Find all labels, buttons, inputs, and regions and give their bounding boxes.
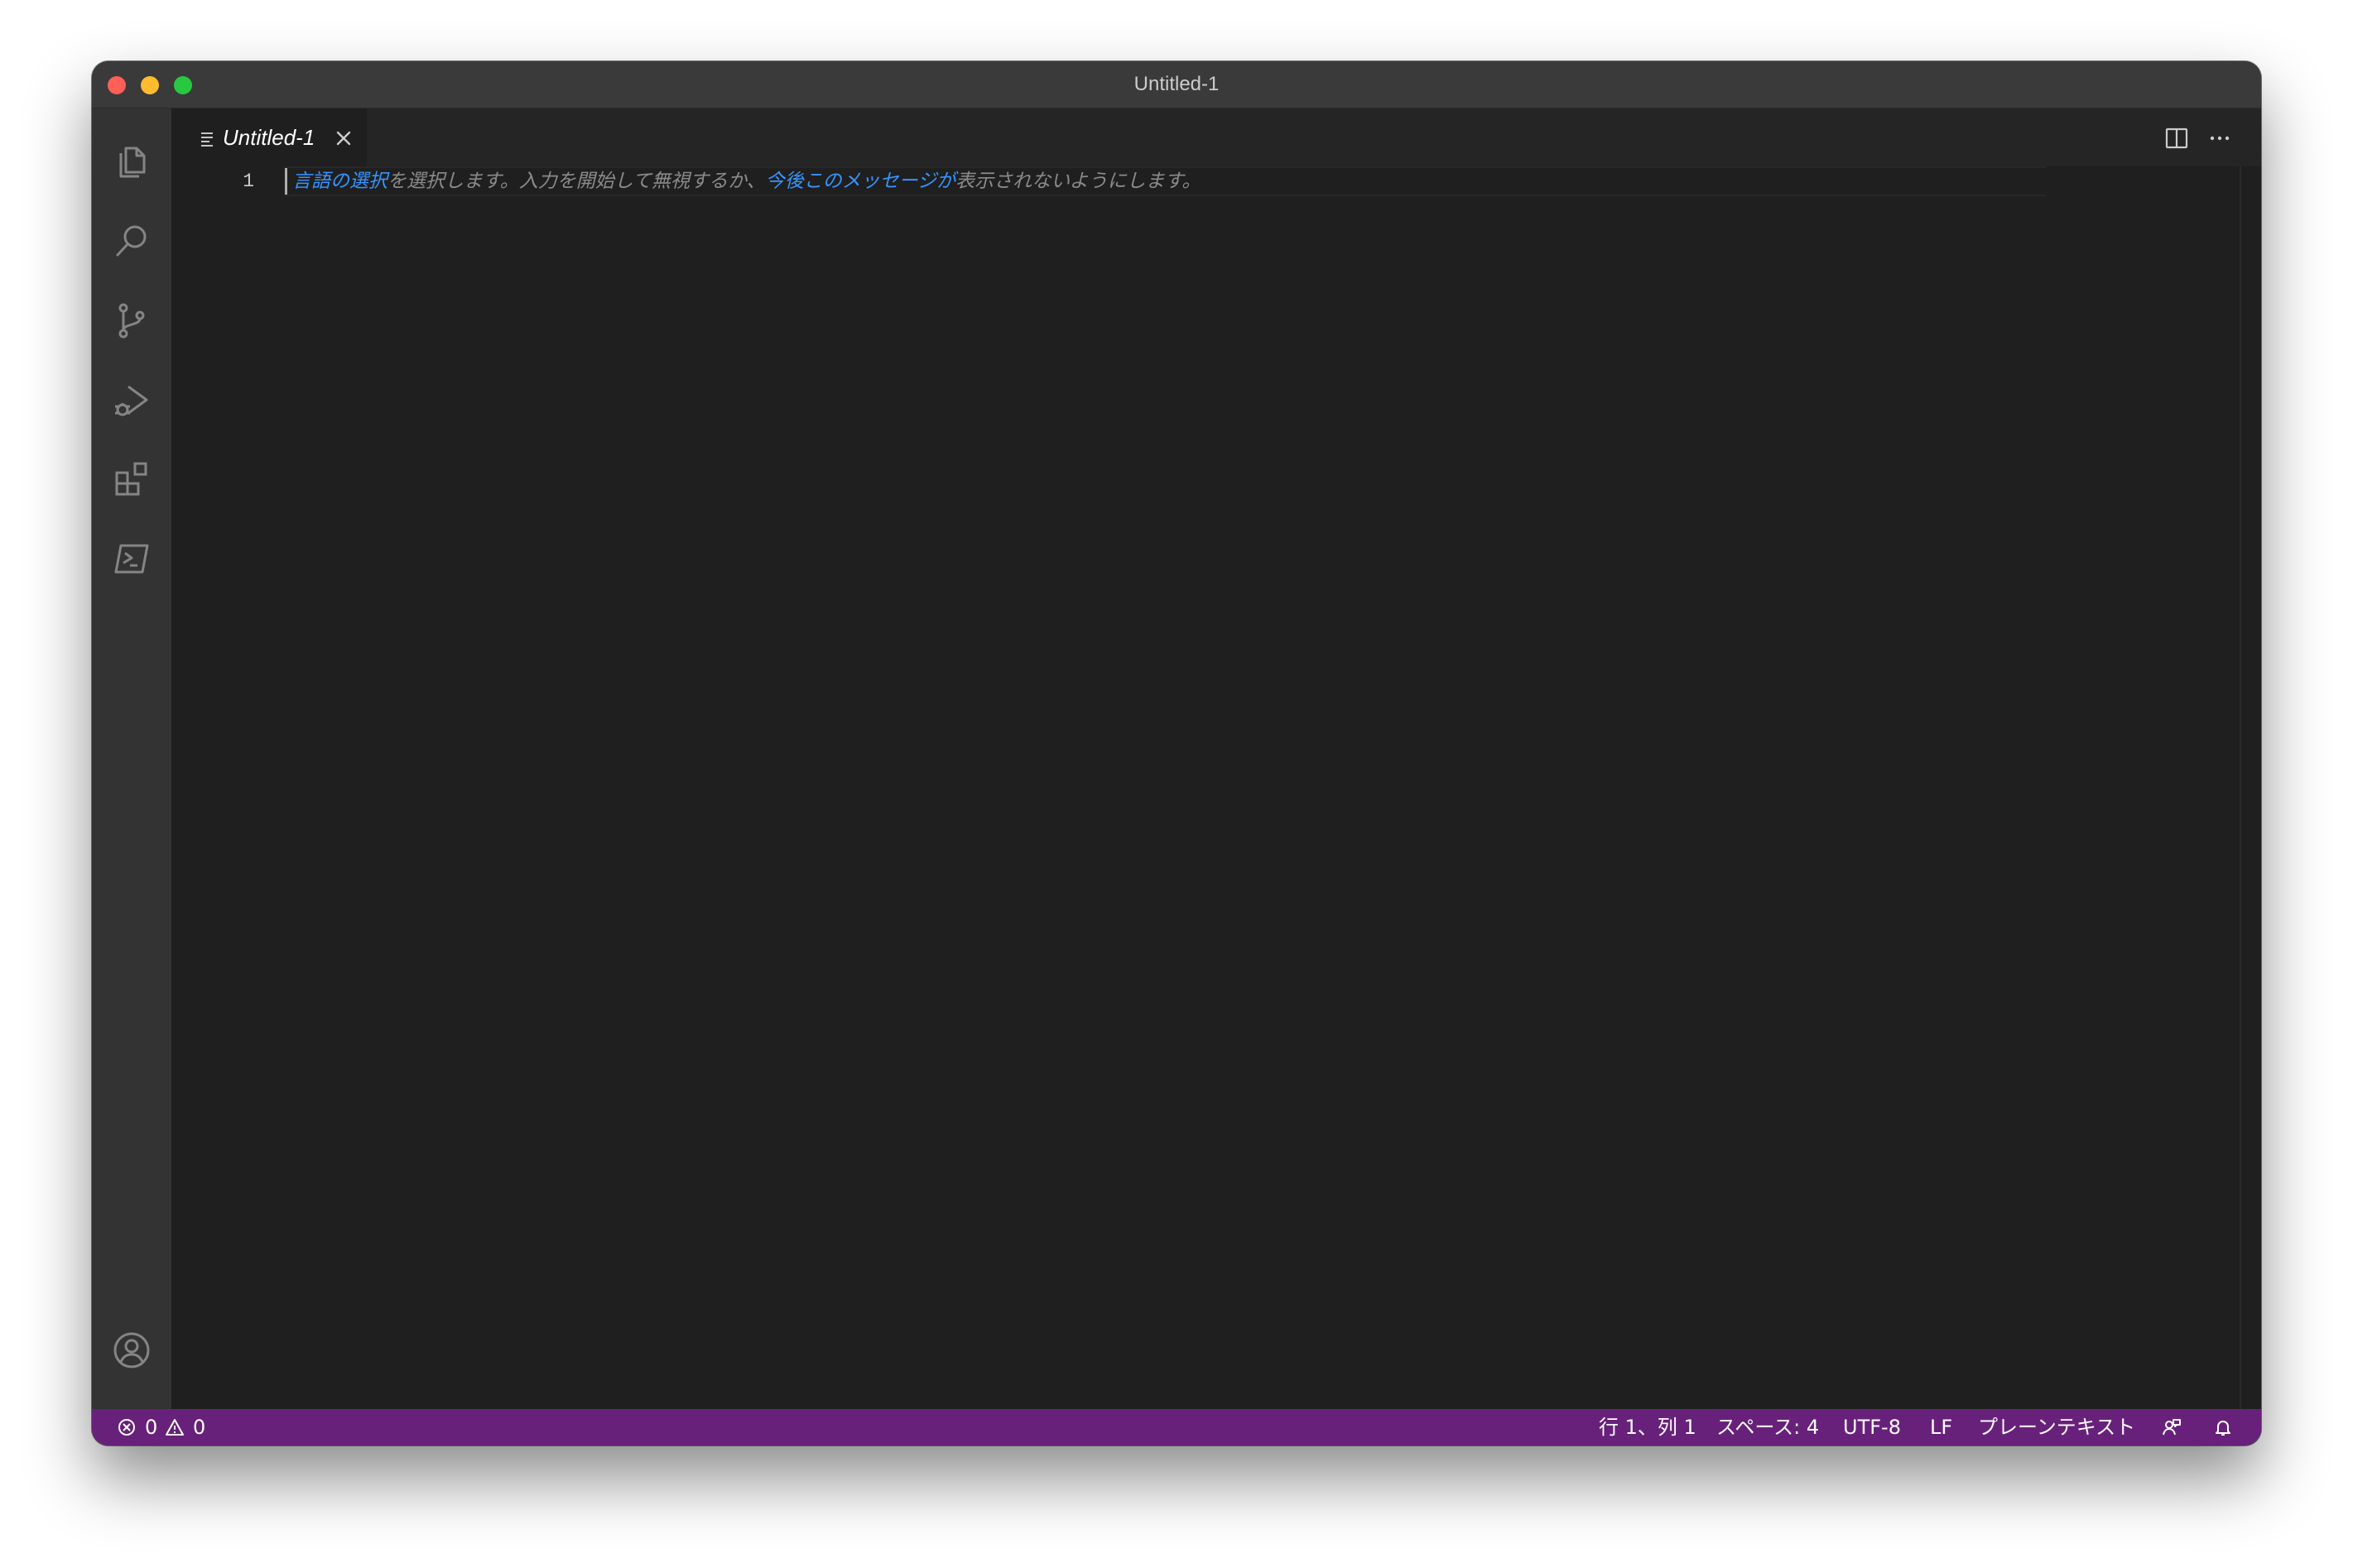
- tab-label: Untitled-1: [223, 125, 315, 150]
- line-number: 1: [243, 171, 254, 192]
- hint-text-2: 表示されないようにします。: [955, 171, 1201, 192]
- hint-text-1: を選択します。入力を開始して無視するか、: [387, 171, 766, 192]
- editor-area: Untitled-1 1 言語の選択を選択します。入力を開始して無視するか、今後…: [171, 108, 2261, 1409]
- warning-count[interactable]: 0: [193, 1409, 205, 1445]
- source-control-icon[interactable]: [112, 301, 152, 340]
- cursor-position[interactable]: 行 1、列 1: [1599, 1409, 1696, 1445]
- tab-bar: Untitled-1: [171, 108, 2261, 166]
- dont-show-again-link[interactable]: 今後このメッセージが: [766, 171, 956, 192]
- title-bar: Untitled-1: [92, 61, 2261, 108]
- extensions-icon[interactable]: [112, 459, 152, 499]
- activity-bar: [92, 108, 171, 1445]
- text-editor[interactable]: 1 言語の選択を選択します。入力を開始して無視するか、今後このメッセージが表示さ…: [171, 166, 2261, 1409]
- feedback-icon[interactable]: [2162, 1417, 2182, 1437]
- error-icon[interactable]: [117, 1417, 137, 1437]
- encoding[interactable]: UTF-8: [1843, 1409, 1901, 1445]
- bell-icon[interactable]: [2213, 1417, 2233, 1437]
- files-icon[interactable]: [112, 142, 152, 181]
- text-cursor: [285, 168, 287, 195]
- account-icon[interactable]: [112, 1330, 152, 1370]
- language-mode[interactable]: プレーンテキスト: [1978, 1409, 2135, 1445]
- select-language-link[interactable]: 言語の選択: [292, 171, 387, 192]
- vscode-window: Untitled-1 Untitled-1 1 言語の選択を選択します。入力を開…: [92, 61, 2261, 1445]
- split-editor-icon[interactable]: [2163, 125, 2190, 152]
- vertical-scrollbar[interactable]: [2240, 166, 2241, 1409]
- warning-icon[interactable]: [165, 1417, 185, 1437]
- window-title: Untitled-1: [1133, 73, 1220, 95]
- indentation[interactable]: スペース: 4: [1716, 1409, 1819, 1445]
- search-icon[interactable]: [112, 221, 152, 261]
- more-actions-icon[interactable]: [2206, 125, 2233, 152]
- tab-untitled-1[interactable]: Untitled-1: [171, 108, 367, 166]
- run-debug-icon[interactable]: [112, 380, 152, 420]
- terminal-icon[interactable]: [112, 539, 152, 579]
- status-bar: 0 0 行 1、列 1 スペース: 4 UTF-8 LF プレーンテキスト: [92, 1409, 2261, 1445]
- file-lines-icon: [200, 130, 216, 147]
- error-count[interactable]: 0: [145, 1409, 157, 1445]
- close-icon[interactable]: [334, 128, 354, 148]
- end-of-line[interactable]: LF: [1930, 1409, 1952, 1445]
- empty-editor-hint: 言語の選択を選択します。入力を開始して無視するか、今後このメッセージが表示されな…: [292, 166, 1201, 196]
